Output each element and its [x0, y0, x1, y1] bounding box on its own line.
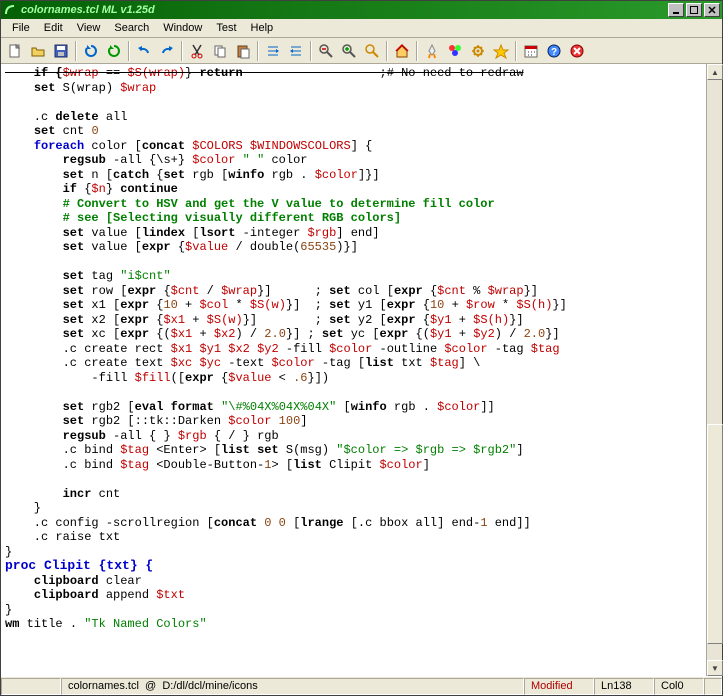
status-modified: Modified	[524, 678, 594, 695]
open-file-icon[interactable]	[27, 40, 49, 62]
find-icon[interactable]	[361, 40, 383, 62]
save-file-icon[interactable]	[50, 40, 72, 62]
scroll-down-button[interactable]: ▼	[707, 660, 723, 676]
star-icon[interactable]	[490, 40, 512, 62]
new-file-icon[interactable]	[4, 40, 26, 62]
menu-help[interactable]: Help	[244, 20, 281, 36]
svg-text:?: ?	[551, 47, 557, 58]
home-icon[interactable]	[391, 40, 413, 62]
palette-icon[interactable]	[444, 40, 466, 62]
paste-icon[interactable]	[232, 40, 254, 62]
refresh-green-icon[interactable]	[103, 40, 125, 62]
toolbar-separator	[257, 41, 259, 61]
redo-icon[interactable]	[156, 40, 178, 62]
toolbar-separator	[386, 41, 388, 61]
indent-in-icon[interactable]	[285, 40, 307, 62]
titlebar: colornames.tcl ML v1.25d	[1, 1, 722, 19]
vertical-scrollbar[interactable]: ▲ ▼	[706, 64, 722, 676]
status-grip	[704, 678, 722, 695]
status-blank	[1, 678, 61, 695]
editor-area: if {$wrap == $S(wrap)} return ;# No need…	[1, 64, 722, 676]
menu-test[interactable]: Test	[209, 20, 243, 36]
menu-search[interactable]: Search	[107, 20, 156, 36]
close-red-icon[interactable]	[566, 40, 588, 62]
menu-file[interactable]: File	[5, 20, 37, 36]
scroll-up-button[interactable]: ▲	[707, 64, 723, 80]
status-col: Col0	[654, 678, 704, 695]
refresh-icon[interactable]	[80, 40, 102, 62]
toolbar-separator	[310, 41, 312, 61]
indent-out-icon[interactable]	[262, 40, 284, 62]
toolbar-separator	[128, 41, 130, 61]
calendar-icon[interactable]	[520, 40, 542, 62]
gear-icon[interactable]	[467, 40, 489, 62]
cut-icon[interactable]	[186, 40, 208, 62]
window-title: colornames.tcl ML v1.25d	[21, 4, 155, 16]
rocket-icon[interactable]	[421, 40, 443, 62]
zoom-out-icon[interactable]	[315, 40, 337, 62]
menu-edit[interactable]: Edit	[37, 20, 70, 36]
app-icon	[3, 3, 17, 17]
status-line: Ln138	[594, 678, 654, 695]
code-editor[interactable]: if {$wrap == $S(wrap)} return ;# No need…	[1, 64, 706, 676]
maximize-button[interactable]	[686, 3, 702, 17]
toolbar-separator	[416, 41, 418, 61]
statusbar: colornames.tcl @ D:/dl/dcl/mine/icons Mo…	[1, 676, 722, 695]
scroll-thumb[interactable]	[707, 424, 723, 644]
toolbar: ?	[1, 38, 722, 64]
close-button[interactable]	[704, 3, 720, 17]
toolbar-separator	[181, 41, 183, 61]
undo-icon[interactable]	[133, 40, 155, 62]
menu-window[interactable]: Window	[156, 20, 209, 36]
help-icon[interactable]: ?	[543, 40, 565, 62]
toolbar-separator	[75, 41, 77, 61]
zoom-in-icon[interactable]	[338, 40, 360, 62]
status-path: colornames.tcl @ D:/dl/dcl/mine/icons	[61, 678, 524, 695]
menu-view[interactable]: View	[70, 20, 108, 36]
menubar: File Edit View Search Window Test Help	[1, 19, 722, 38]
toolbar-separator	[515, 41, 517, 61]
copy-icon[interactable]	[209, 40, 231, 62]
minimize-button[interactable]	[668, 3, 684, 17]
